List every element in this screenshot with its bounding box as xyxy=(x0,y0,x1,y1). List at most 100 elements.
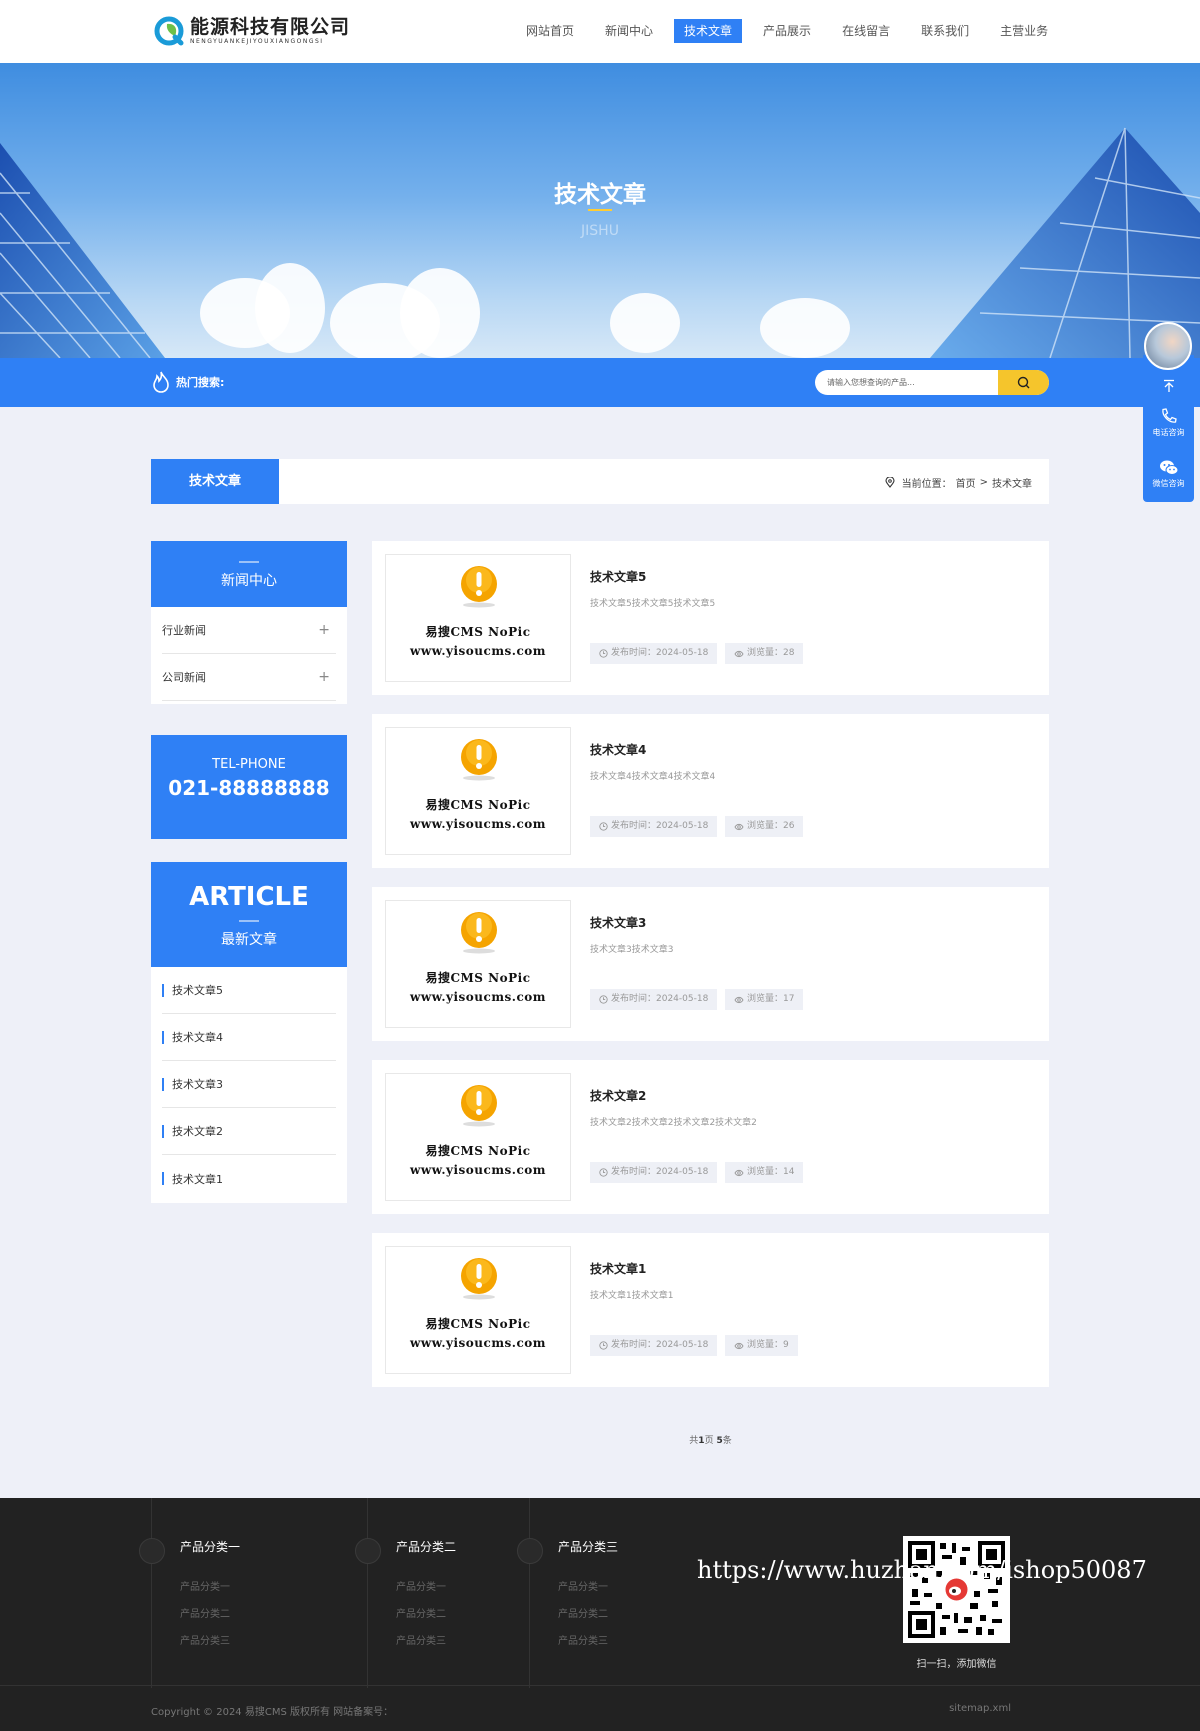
warning-exclamation-icon xyxy=(461,566,497,608)
article-date-badge: 发布时间：2024-05-18 xyxy=(590,989,718,1010)
sidebar-article-link[interactable]: 技术文章1 xyxy=(162,1155,336,1202)
sidebar-article-label: 技术文章4 xyxy=(172,1031,223,1044)
sidebar-articles-title-en: ARTICLE xyxy=(189,882,309,912)
category-circle-icon xyxy=(355,1538,381,1564)
article-title[interactable]: 技术文章2 xyxy=(590,1087,646,1104)
search-input[interactable] xyxy=(815,370,997,395)
article-views-badge: 浏览量：14 xyxy=(725,1162,804,1183)
warning-exclamation-icon xyxy=(461,1258,497,1300)
article-thumbnail[interactable]: 易搜CMS NoPic www.yisoucms.com xyxy=(385,1073,571,1201)
nav-item-products[interactable]: 产品展示 xyxy=(753,19,821,43)
sidebar-article-link[interactable]: 技术文章3 xyxy=(162,1061,336,1108)
banner-cloud xyxy=(760,298,850,358)
sidebar-article-link[interactable]: 技术文章4 xyxy=(162,1014,336,1061)
floating-contact-bar: 电话咨询 微信咨询 xyxy=(1143,355,1194,502)
copyright-text: Copyright © 2024 易搜CMS 版权所有 网站备案号： xyxy=(151,1707,394,1718)
sidebar-article-label: 技术文章1 xyxy=(172,1172,223,1186)
site-footer: 产品分类一 产品分类一 产品分类二 产品分类三 产品分类二 产品分类一 产品分类… xyxy=(0,1498,1200,1731)
nav-item-contact[interactable]: 联系我们 xyxy=(911,19,979,43)
expand-plus-icon[interactable]: + xyxy=(318,622,330,638)
nav-item-tech-articles[interactable]: 技术文章 xyxy=(674,19,743,43)
article-date: 发布时间：2024-05-18 xyxy=(611,648,709,658)
article-title[interactable]: 技术文章1 xyxy=(590,1260,646,1277)
logo-name-en: NENGYUANKEJIYOUXIANGONGSI xyxy=(190,38,324,45)
footer-link[interactable]: 产品分类一 xyxy=(558,1578,608,1593)
sidebar-article-label: 技术文章2 xyxy=(172,1125,223,1138)
banner-cloud xyxy=(610,293,680,353)
article-views: 浏览量：28 xyxy=(747,648,795,658)
sidebar-latest-articles: ARTICLE 最新文章 技术文章5 技术文章4 技术文章3 技术文章2 技术文… xyxy=(151,862,347,1203)
search-button[interactable] xyxy=(998,370,1049,395)
sitemap-link[interactable]: sitemap.xml xyxy=(949,1703,1011,1714)
back-to-top-button[interactable] xyxy=(1143,379,1194,395)
footer-link[interactable]: 产品分类一 xyxy=(180,1578,230,1593)
thumbnail-caption-line1: 易搜CMS NoPic xyxy=(425,1317,531,1331)
footer-column-1: 产品分类一 产品分类一 产品分类二 产品分类三 xyxy=(139,1498,240,1688)
breadcrumb-separator: > xyxy=(979,477,988,488)
nav-item-home[interactable]: 网站首页 xyxy=(516,19,584,43)
phone-consult-button[interactable]: 电话咨询 xyxy=(1143,408,1194,438)
article-card[interactable]: 易搜CMS NoPic www.yisoucms.com 技术文章2 技术文章2… xyxy=(372,1060,1049,1214)
article-date-badge: 发布时间：2024-05-18 xyxy=(590,1335,718,1356)
article-card[interactable]: 易搜CMS NoPic www.yisoucms.com 技术文章4 技术文章4… xyxy=(372,714,1049,868)
article-card[interactable]: 易搜CMS NoPic www.yisoucms.com 技术文章1 技术文章1… xyxy=(372,1233,1049,1387)
article-title[interactable]: 技术文章3 xyxy=(590,914,646,931)
article-date: 发布时间：2024-05-18 xyxy=(611,1167,709,1177)
article-views: 浏览量：17 xyxy=(747,994,795,1004)
watermark-url: https://www.huzhan.com/ishop50087 xyxy=(697,1556,1147,1584)
nav-item-news[interactable]: 新闻中心 xyxy=(595,19,663,43)
location-pin-icon xyxy=(885,477,895,488)
eye-icon xyxy=(734,996,744,1003)
sidebar-category-label: 行业新闻 xyxy=(162,624,206,637)
article-title[interactable]: 技术文章4 xyxy=(590,741,646,758)
article-card[interactable]: 易搜CMS NoPic www.yisoucms.com 技术文章3 技术文章3… xyxy=(372,887,1049,1041)
thumbnail-caption-line1: 易搜CMS NoPic xyxy=(425,625,531,639)
wechat-consult-button[interactable]: 微信咨询 xyxy=(1143,459,1194,489)
logo-name: 能源科技有限公司 xyxy=(190,16,351,38)
article-views: 浏览量：26 xyxy=(747,821,795,831)
footer-link[interactable]: 产品分类二 xyxy=(180,1605,230,1620)
site-logo[interactable]: 能源科技有限公司 NENGYUANKEJIYOUXIANGONGSI xyxy=(153,15,350,47)
nav-item-business[interactable]: 主营业务 xyxy=(990,19,1058,43)
expand-plus-icon[interactable]: + xyxy=(318,669,330,685)
article-title[interactable]: 技术文章5 xyxy=(590,568,646,585)
footer-column-title[interactable]: 产品分类一 xyxy=(180,1538,240,1555)
article-description: 技术文章4技术文章4技术文章4 xyxy=(590,772,716,782)
customer-service-avatar[interactable] xyxy=(1144,322,1192,370)
footer-column-title[interactable]: 产品分类三 xyxy=(558,1538,618,1555)
article-thumbnail[interactable]: 易搜CMS NoPic www.yisoucms.com xyxy=(385,1246,571,1374)
article-description: 技术文章3技术文章3 xyxy=(590,945,674,955)
article-thumbnail[interactable]: 易搜CMS NoPic www.yisoucms.com xyxy=(385,900,571,1028)
eye-icon xyxy=(734,650,744,657)
sidebar-article-link[interactable]: 技术文章5 xyxy=(162,967,336,1014)
article-date: 发布时间：2024-05-18 xyxy=(611,1340,709,1350)
banner-cloud xyxy=(255,263,325,353)
thumbnail-caption-line1: 易搜CMS NoPic xyxy=(425,1144,531,1158)
footer-link[interactable]: 产品分类二 xyxy=(396,1605,446,1620)
footer-column-title[interactable]: 产品分类二 xyxy=(396,1538,456,1555)
sidebar-category-label: 公司新闻 xyxy=(162,671,206,684)
article-views: 浏览量：14 xyxy=(747,1167,795,1177)
qr-caption: 扫一扫，添加微信 xyxy=(916,1659,997,1670)
footer-link[interactable]: 产品分类三 xyxy=(558,1632,608,1647)
pager-text-mid: 页 xyxy=(704,1436,717,1446)
breadcrumb: 当前位置： 首页 > 技术文章 xyxy=(885,475,1032,490)
hot-search-label: 热门搜索: xyxy=(176,376,225,389)
footer-link[interactable]: 产品分类三 xyxy=(180,1632,230,1647)
thumbnail-caption-line1: 易搜CMS NoPic xyxy=(425,971,531,985)
footer-link[interactable]: 产品分类一 xyxy=(396,1578,446,1593)
breadcrumb-current[interactable]: 技术文章 xyxy=(992,475,1032,490)
article-views-badge: 浏览量：26 xyxy=(725,816,804,837)
article-card[interactable]: 易搜CMS NoPic www.yisoucms.com 技术文章5 技术文章5… xyxy=(372,541,1049,695)
article-description: 技术文章1技术文章1 xyxy=(590,1291,674,1301)
footer-link[interactable]: 产品分类二 xyxy=(558,1605,608,1620)
tel-number[interactable]: 021-88888888 xyxy=(151,776,347,800)
sidebar-category-industry-news[interactable]: 行业新闻 + xyxy=(162,607,336,654)
article-thumbnail[interactable]: 易搜CMS NoPic www.yisoucms.com xyxy=(385,554,571,682)
sidebar-article-link[interactable]: 技术文章2 xyxy=(162,1108,336,1155)
article-thumbnail[interactable]: 易搜CMS NoPic www.yisoucms.com xyxy=(385,727,571,855)
nav-item-message[interactable]: 在线留言 xyxy=(832,19,900,43)
breadcrumb-home[interactable]: 首页 xyxy=(956,475,976,490)
sidebar-category-company-news[interactable]: 公司新闻 + xyxy=(162,654,336,701)
footer-link[interactable]: 产品分类三 xyxy=(396,1632,446,1647)
